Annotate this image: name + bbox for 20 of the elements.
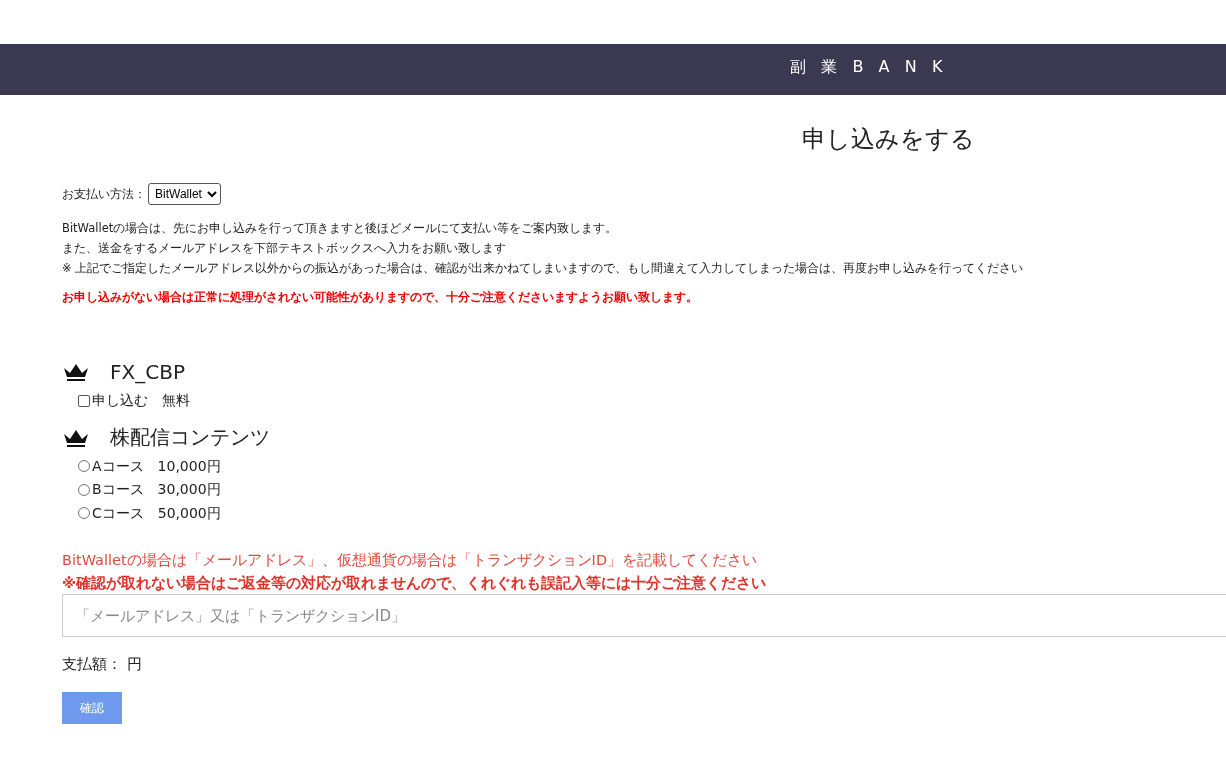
note-text: また、送金をするメールアドレスを下部テキストボックスへ入力をお願い致します bbox=[62, 240, 507, 257]
id-input-field[interactable]: 「メールアドレス」又は「トランザクションID」 bbox=[62, 594, 1226, 637]
option-label: Cコース 50,000円 bbox=[92, 503, 221, 523]
option-label: Bコース 30,000円 bbox=[92, 480, 221, 499]
crown-icon bbox=[62, 362, 90, 382]
warning-text: お申し込みがない場合は正常に処理がされない可能性がありますので、十分ご注意くださいますようお願い致します。 bbox=[62, 290, 698, 305]
product-heading: 株配信コンテンツ bbox=[110, 424, 270, 451]
payment-select[interactable]: BitWallet bbox=[148, 183, 221, 205]
note-text: ※ 上記でご指定したメールアドレス以外からの振込があった場合は、確認が出来かねてしまいますので、もし間違えて入力してしまった場合は、再度お申し込みを行ってください bbox=[62, 260, 1025, 277]
product-heading: FX_CBP bbox=[110, 360, 185, 384]
option-label: Aコース 10,000円 bbox=[92, 456, 221, 476]
checkbox[interactable] bbox=[78, 394, 90, 407]
payment-label: お支払い方法： bbox=[62, 185, 146, 203]
caution-text: ※確認が取れない場合はご返金等の対応が取れませんので、くれぐれも誤記入等には十分ご注意ください bbox=[62, 574, 768, 593]
note-text: BitWalletの場合は、先にお申し込みを行って頂きますと後ほどメールにて支払い等をご案内致します。 bbox=[62, 220, 619, 237]
instruction-text: BitWalletの場合は「メールアドレス」、仮想通貨の場合は「トランザクションID」を記載してください bbox=[62, 551, 759, 570]
site-title[interactable]: 副業BANK bbox=[790, 57, 958, 78]
option-label: 申し込む 無料 bbox=[92, 391, 190, 410]
total-text: 支払額： 円 bbox=[62, 655, 142, 674]
page-heading: 申し込みをする bbox=[802, 124, 975, 155]
